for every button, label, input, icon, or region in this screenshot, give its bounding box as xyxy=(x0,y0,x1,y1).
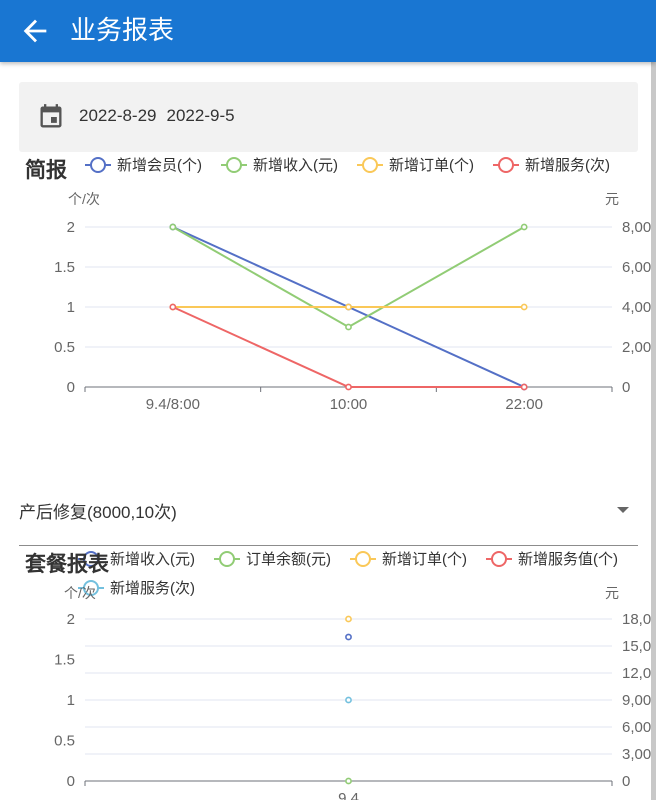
left-tick-label: 2 xyxy=(67,219,75,236)
page-title: 业务报表 xyxy=(70,15,175,45)
data-point xyxy=(345,615,352,623)
data-point xyxy=(345,696,352,704)
legend-marker xyxy=(362,157,378,173)
data-point xyxy=(345,777,352,785)
calendar-icon[interactable] xyxy=(37,103,65,131)
legend-marker xyxy=(498,157,514,173)
legend-label: 订单余额(元) xyxy=(246,550,331,568)
app-bar: 业务报表 xyxy=(0,0,656,62)
legend-label: 新增服务(次) xyxy=(110,580,195,597)
legend-item[interactable]: 新增服务(次) xyxy=(493,157,610,174)
legend-item[interactable]: 新增会员(个) xyxy=(85,157,202,174)
data-point xyxy=(520,223,528,231)
legend-item[interactable]: 新增订单(个) xyxy=(350,551,467,568)
package-select-value: 产后修复(8000,10次) xyxy=(19,503,177,522)
legend-marker xyxy=(491,551,507,567)
legend-item[interactable]: 订单余额(元) xyxy=(214,550,331,568)
summary-title: 简报 xyxy=(25,159,67,182)
left-axis-unit: 个/次 xyxy=(64,585,96,601)
data-point xyxy=(169,303,177,311)
data-point xyxy=(520,383,528,391)
legend-item[interactable]: 新增订单(个) xyxy=(357,157,474,174)
legend-marker xyxy=(355,551,371,567)
left-tick-label: 1 xyxy=(67,692,75,709)
legend-marker xyxy=(90,157,106,173)
legend-marker xyxy=(219,551,235,567)
left-tick-label: 2 xyxy=(67,611,75,628)
data-point xyxy=(520,303,528,311)
end-date[interactable]: 2022-9-5 xyxy=(167,106,235,125)
legend-label: 新增订单(个) xyxy=(389,157,474,174)
arrow-left-icon[interactable] xyxy=(18,14,52,48)
legend-label: 新增会员(个) xyxy=(117,157,202,174)
package-select[interactable]: 产后修复(8000,10次) xyxy=(19,488,638,546)
left-tick-label: 0.5 xyxy=(54,339,75,356)
legend-label: 新增收入(元) xyxy=(253,157,338,174)
left-tick-label: 0 xyxy=(67,773,75,790)
right-axis-unit: 元 xyxy=(605,191,619,207)
series-line xyxy=(172,226,525,329)
summary-line-chart: 新增会员(个) 新增收入(元) 新增订单(个) 新增服务(次) 个/次 元 0 0.5 1 1.5… xyxy=(54,157,656,413)
start-date[interactable]: 2022-8-29 xyxy=(79,106,157,125)
data-point xyxy=(345,323,352,331)
right-tick-label: 0 xyxy=(622,773,630,790)
scrollbar[interactable] xyxy=(651,62,656,800)
x-tick-label: 9.4/8:00 xyxy=(146,396,200,413)
x-tick-label: 10:00 xyxy=(330,396,368,413)
left-tick-label: 0 xyxy=(67,379,75,396)
data-point xyxy=(345,633,352,641)
left-tick-label: 1.5 xyxy=(54,259,75,276)
legend-item[interactable]: 新增服务值(个) xyxy=(486,551,618,568)
data-point xyxy=(345,303,352,311)
x-tick-label: 22:00 xyxy=(505,396,543,413)
date-range-text: 2022-8-29 2022-9-5 xyxy=(79,106,245,126)
data-point xyxy=(345,383,352,391)
dropdown-arrow-icon[interactable] xyxy=(616,506,630,514)
package-report-title: 套餐报表 xyxy=(25,553,109,576)
legend-label: 新增服务值(个) xyxy=(518,551,618,568)
left-tick-label: 1 xyxy=(67,299,75,316)
legend-label: 新增服务(次) xyxy=(525,157,610,174)
left-axis-unit: 个/次 xyxy=(68,191,100,207)
right-tick-label: 0 xyxy=(622,379,630,396)
legend-item[interactable]: 新增收入(元) xyxy=(221,157,338,174)
x-tick-label: 9.4 xyxy=(338,790,359,800)
date-range-picker[interactable]: 2022-8-29 2022-9-5 xyxy=(19,82,638,152)
right-axis-unit: 元 xyxy=(605,585,619,601)
legend-marker xyxy=(226,157,242,173)
legend-label: 新增订单(个) xyxy=(382,551,467,568)
data-point xyxy=(169,223,177,231)
left-tick-label: 1.5 xyxy=(54,652,75,669)
package-scatter-chart: 新增收入(元) 订单余额(元) 新增订单(个) 新增服务值(个) 新增服务(次) 个/次 元… xyxy=(54,550,656,800)
legend-label: 新增收入(元) xyxy=(110,551,195,568)
left-tick-label: 0.5 xyxy=(54,733,75,750)
